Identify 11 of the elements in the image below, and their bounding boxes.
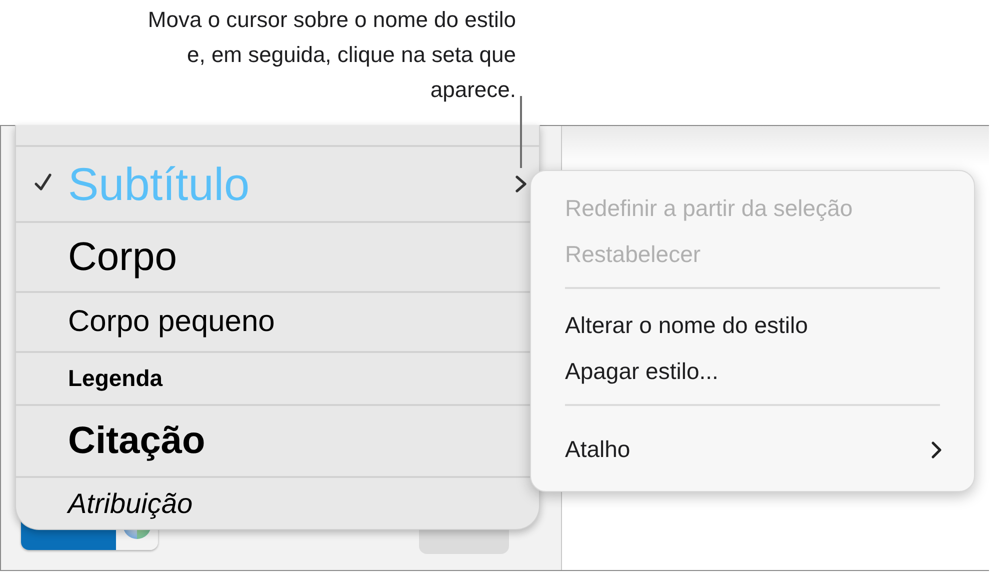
chevron-icon (930, 440, 944, 460)
style-name: Legenda (68, 365, 164, 392)
style-name: Corpo (68, 234, 178, 280)
style-name: Citação (68, 420, 206, 462)
callout-text: Mova o cursor sobre o nome do estilo e, em seguida, clique na seta que aparece. (146, 6, 516, 104)
style-item[interactable]: Atribuição (16, 478, 539, 529)
chevron-icon[interactable] (513, 175, 529, 193)
leader-line (520, 96, 522, 168)
style-name: Subtítulo (68, 157, 251, 211)
style-name: Corpo pequeno (68, 305, 276, 339)
style-name: Atribuição (68, 488, 194, 520)
